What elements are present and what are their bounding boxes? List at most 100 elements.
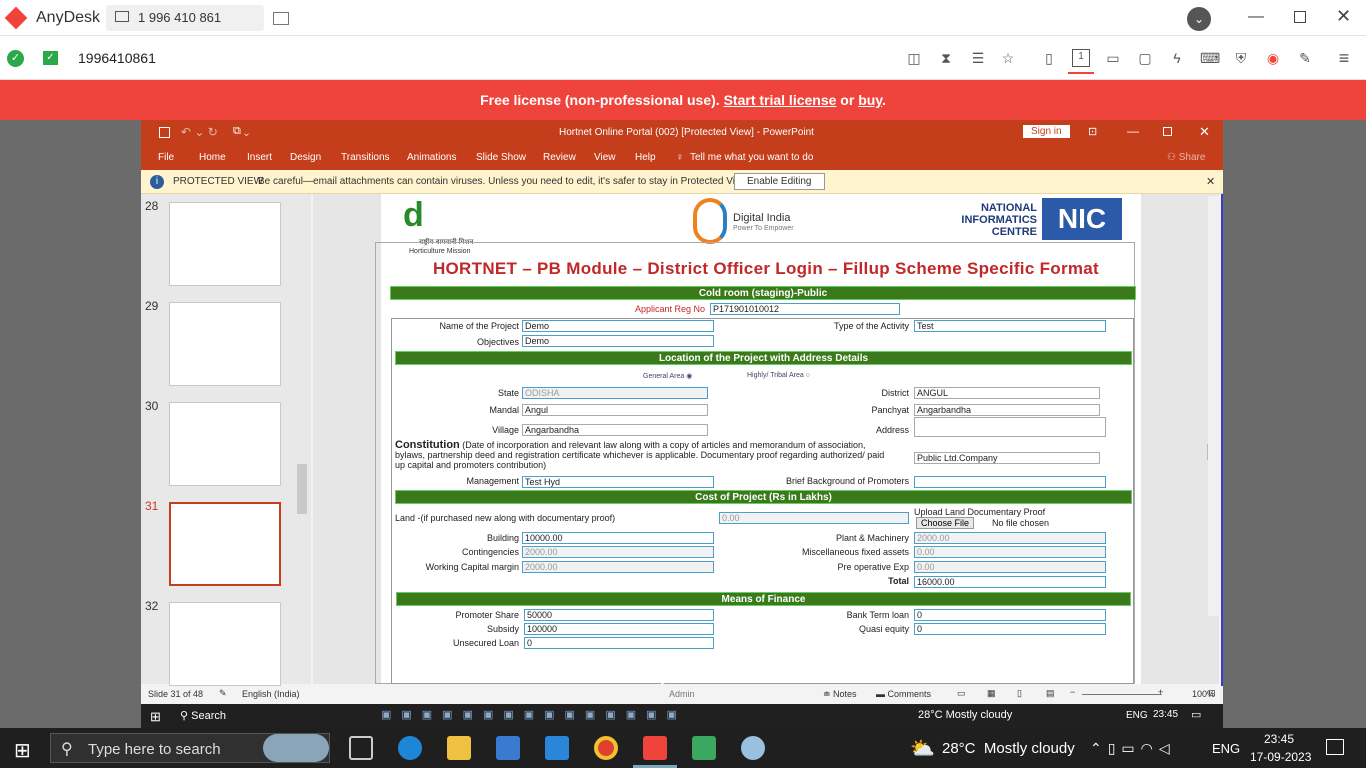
zoom-slider[interactable] — [1082, 694, 1162, 695]
task-view-icon[interactable] — [349, 736, 373, 760]
menu-icon[interactable]: ≡ — [1335, 49, 1353, 67]
ppt-close-button[interactable]: ✕ — [1199, 124, 1210, 140]
remote-start-icon[interactable]: ⊞ — [150, 709, 161, 725]
fit-slide-icon[interactable]: ⊡ — [1208, 688, 1216, 699]
tribal-area-radio[interactable]: Highly/ Tribal Area ○ — [747, 372, 810, 379]
clock-time[interactable]: 23:45 — [1264, 732, 1294, 746]
tab-slide-show[interactable]: Slide Show — [476, 152, 526, 163]
mandal-select[interactable]: Angul — [522, 404, 708, 416]
general-area-radio[interactable]: General Area ◉ — [643, 372, 692, 380]
remote-apps-icon[interactable]: ▣▣▣▣▣▣▣▣▣▣▣▣▣▣▣ — [381, 708, 687, 721]
promoter-field[interactable]: 50000 — [524, 609, 714, 621]
monitor-one-icon[interactable]: 1 — [1072, 49, 1090, 67]
ppt-minimize-button[interactable]: — — [1127, 124, 1139, 138]
district-select[interactable]: ANGUL — [914, 387, 1100, 399]
constitution-select[interactable]: Public Ltd.Company — [914, 452, 1100, 464]
remote-lang[interactable]: ENG — [1126, 710, 1148, 721]
keyboard-icon[interactable]: ⌨ — [1200, 49, 1220, 67]
applicant-field[interactable]: P171901010012 — [710, 303, 900, 315]
panchyat-select[interactable]: Angarbandha — [914, 404, 1100, 416]
sorter-view-icon[interactable]: ▦ — [987, 688, 996, 699]
database-icon[interactable]: ☰ — [969, 49, 987, 67]
slide-thumbnail[interactable] — [169, 602, 281, 686]
new-tab-icon[interactable] — [273, 12, 289, 25]
thumbnail-scrollbar[interactable] — [297, 464, 307, 514]
session-tab[interactable]: 1 996 410 861 — [106, 5, 264, 31]
building-field[interactable]: 10000.00 — [522, 532, 714, 544]
tell-me-input[interactable]: Tell me what you want to do — [690, 152, 813, 163]
anydesk-taskbar-icon[interactable] — [643, 736, 667, 760]
plant-field[interactable]: 2000.00 — [914, 532, 1106, 544]
remote-time[interactable]: 23:45 — [1153, 709, 1178, 720]
clock-date[interactable]: 17-09-2023 — [1250, 750, 1311, 764]
slide-thumbnail[interactable] — [169, 402, 281, 486]
actions-icon[interactable]: ϟ — [1168, 49, 1186, 67]
tab-transitions[interactable]: Transitions — [341, 152, 390, 163]
pen-icon[interactable]: ✎ — [1296, 49, 1314, 67]
unsecured-field[interactable]: 0 — [524, 637, 714, 649]
edge-icon[interactable] — [398, 736, 422, 760]
language-status[interactable]: English (India) — [242, 689, 300, 699]
presenter-icon[interactable]: ⧉ ⌄ — [233, 125, 249, 138]
total-field[interactable]: 16000.00 — [914, 576, 1106, 588]
address-textarea[interactable] — [914, 417, 1106, 437]
normal-view-icon[interactable]: ▭ — [957, 688, 966, 699]
notes-button[interactable]: ≐ Notes — [823, 689, 857, 700]
zoom-out-icon[interactable]: − — [1070, 687, 1075, 697]
tab-review[interactable]: Review — [543, 152, 576, 163]
sign-in-button[interactable]: Sign in — [1023, 125, 1070, 138]
promoters-field[interactable] — [914, 476, 1106, 488]
maximize-button[interactable] — [1294, 11, 1306, 23]
start-icon[interactable]: ⊞ — [14, 738, 31, 763]
slide-thumbnail-selected[interactable] — [169, 502, 281, 586]
misc-field[interactable]: 0.00 — [914, 546, 1106, 558]
spellcheck-icon[interactable]: ✎ — [219, 688, 227, 699]
slideshow-view-icon[interactable]: ▤ — [1046, 688, 1055, 699]
bank-field[interactable]: 0 — [914, 609, 1106, 621]
tray-icons[interactable]: ⌃▯▭◠◁ — [1090, 740, 1176, 757]
remote-address[interactable]: 1996410861 — [78, 50, 156, 66]
tab-help[interactable]: Help — [635, 152, 656, 163]
record-icon[interactable]: ◉ — [1264, 49, 1282, 67]
tab-insert[interactable]: Insert — [247, 152, 272, 163]
undo-icon[interactable]: ↶ ⌄ ↻ — [181, 125, 218, 139]
taskbar-search-box[interactable]: ⚲ Type here to search — [50, 733, 330, 763]
subsidy-field[interactable]: 100000 — [524, 623, 714, 635]
notepad-icon[interactable] — [692, 736, 716, 760]
mail-icon[interactable] — [545, 736, 569, 760]
management-field[interactable]: Test Hyd — [522, 476, 714, 488]
objectives-field[interactable]: Demo — [522, 335, 714, 347]
tab-file[interactable]: File — [158, 152, 174, 163]
chat-icon[interactable]: ▢ — [1136, 49, 1154, 67]
start-trial-link[interactable]: Start trial license — [724, 92, 837, 108]
ppt-maximize-button[interactable] — [1163, 127, 1172, 136]
tab-design[interactable]: Design — [290, 152, 321, 163]
tab-home[interactable]: Home — [199, 152, 226, 163]
contingencies-field[interactable]: 2000.00 — [522, 546, 714, 558]
preop-field[interactable]: 0.00 — [914, 561, 1106, 573]
share-button[interactable]: ⚇ Share — [1167, 152, 1205, 163]
file-icon[interactable]: ▯ — [1040, 49, 1058, 67]
star-icon[interactable]: ☆ — [999, 49, 1017, 67]
account-icon[interactable]: ⌄ — [1187, 7, 1211, 31]
activity-field[interactable]: Test — [914, 320, 1106, 332]
notification-icon[interactable] — [1326, 739, 1344, 755]
close-protected-icon[interactable]: ✕ — [1206, 175, 1215, 188]
tab-animations[interactable]: Animations — [407, 152, 456, 163]
choose-file-button[interactable]: Choose File — [916, 517, 975, 529]
save-icon[interactable] — [159, 127, 170, 138]
chrome-icon[interactable] — [594, 736, 618, 760]
weather-label[interactable]: 28°C Mostly cloudy — [942, 740, 1075, 757]
comments-button[interactable]: ▬ Comments — [876, 689, 931, 699]
close-button[interactable]: ✕ — [1336, 6, 1351, 27]
paint-icon[interactable] — [741, 736, 765, 760]
quasi-field[interactable]: 0 — [914, 623, 1106, 635]
name-field[interactable]: Demo — [522, 320, 714, 332]
store-icon[interactable] — [496, 736, 520, 760]
ribbon-display-icon[interactable]: ⊡ — [1088, 125, 1097, 138]
remote-search-icon[interactable]: ⚲ Search — [180, 709, 226, 722]
tab-view[interactable]: View — [594, 152, 616, 163]
zoom-in-icon[interactable]: + — [1158, 687, 1163, 697]
weather-icon[interactable]: ⛅ — [910, 736, 935, 761]
land-field[interactable]: 0.00 — [719, 512, 909, 524]
